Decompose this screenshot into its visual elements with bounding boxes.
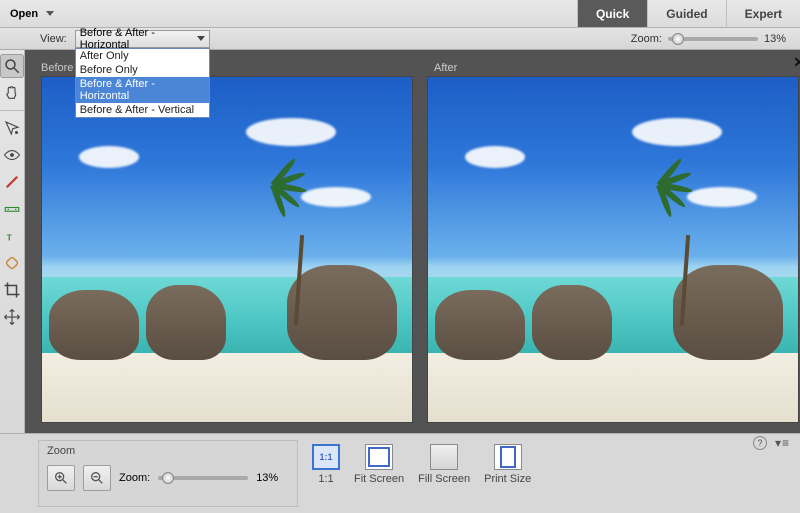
mode-tabs: Quick Guided Expert	[577, 0, 800, 27]
whiten-tool[interactable]	[0, 170, 24, 194]
spot-heal-tool[interactable]	[0, 251, 24, 275]
tab-guided[interactable]: Guided	[647, 0, 725, 27]
fill-screen-icon	[430, 444, 458, 470]
zoom-tool[interactable]	[0, 54, 24, 78]
type-tool[interactable]: T	[0, 224, 24, 248]
panel-menu-icon[interactable]: ▾≡	[775, 436, 790, 450]
bottom-panel: Zoom Zoom: 13% ? ▾≡ 1:1 1:1 Fit Screen	[0, 433, 800, 513]
zoom-label-bottom: Zoom:	[119, 472, 150, 484]
view-dropdown[interactable]: Before & After - Horizontal After Only B…	[75, 30, 210, 48]
zoom-slider-bottom-thumb[interactable]	[162, 472, 174, 484]
quick-select-tool[interactable]	[0, 116, 24, 140]
close-icon[interactable]: ✕	[793, 54, 800, 71]
view-dropdown-list: After Only Before Only Before & After - …	[75, 48, 210, 118]
view-option-before-after-vertical[interactable]: Before & After - Vertical	[76, 103, 209, 117]
help-icon[interactable]: ?	[753, 436, 767, 450]
print-size-icon	[494, 444, 522, 470]
print-size-button[interactable]: Print Size	[484, 444, 531, 485]
open-menu[interactable]: Open	[0, 0, 68, 27]
fit-screen-button[interactable]: Fit Screen	[354, 444, 404, 485]
move-tool[interactable]	[0, 305, 24, 329]
one-to-one-label: 1:1	[318, 473, 333, 485]
zoom-panel: Zoom Zoom: 13%	[38, 440, 298, 507]
view-dropdown-button[interactable]: Before & After - Horizontal	[75, 30, 210, 48]
zoom-panel-title: Zoom	[47, 445, 289, 457]
view-option-before-only[interactable]: Before Only	[76, 63, 209, 77]
crop-tool[interactable]	[0, 278, 24, 302]
fit-one-to-one[interactable]: 1:1 1:1	[312, 444, 340, 485]
view-bar: View: Before & After - Horizontal After …	[0, 28, 800, 50]
toolbox: T	[0, 50, 25, 433]
before-panel	[41, 76, 413, 423]
chevron-down-icon	[46, 11, 54, 16]
zoom-value-bottom: 13%	[256, 472, 278, 484]
view-option-after-only[interactable]: After Only	[76, 49, 209, 63]
zoom-slider-thumb[interactable]	[672, 33, 684, 45]
hand-tool[interactable]	[0, 81, 24, 105]
fill-screen-label: Fill Screen	[418, 473, 470, 485]
one-to-one-icon: 1:1	[312, 444, 340, 470]
zoom-slider[interactable]	[668, 37, 758, 41]
view-option-before-after-horizontal[interactable]: Before & After - Horizontal	[76, 77, 209, 103]
tab-quick[interactable]: Quick	[577, 0, 647, 27]
fit-screen-label: Fit Screen	[354, 473, 404, 485]
open-label: Open	[10, 8, 38, 20]
zoom-slider-bottom[interactable]	[158, 476, 248, 480]
eye-tool[interactable]	[0, 143, 24, 167]
chevron-down-icon	[197, 36, 205, 41]
fill-screen-button[interactable]: Fill Screen	[418, 444, 470, 485]
svg-text:T: T	[7, 234, 12, 243]
fit-screen-icon	[365, 444, 393, 470]
after-panel	[427, 76, 799, 423]
tab-expert[interactable]: Expert	[726, 0, 800, 27]
menubar: Open Quick Guided Expert	[0, 0, 800, 28]
print-size-label: Print Size	[484, 473, 531, 485]
zoom-label: Zoom:	[631, 33, 662, 45]
zoom-top-group: Zoom: 13%	[631, 33, 800, 45]
zoom-value: 13%	[764, 33, 786, 45]
zoom-out-button[interactable]	[83, 465, 111, 491]
fit-panel: ? ▾≡ 1:1 1:1 Fit Screen Fill Screen Prin…	[304, 434, 800, 513]
zoom-in-button[interactable]	[47, 465, 75, 491]
view-label: View:	[40, 33, 67, 45]
after-label: After	[434, 62, 799, 74]
straighten-tool[interactable]	[0, 197, 24, 221]
tool-separator	[0, 110, 24, 111]
